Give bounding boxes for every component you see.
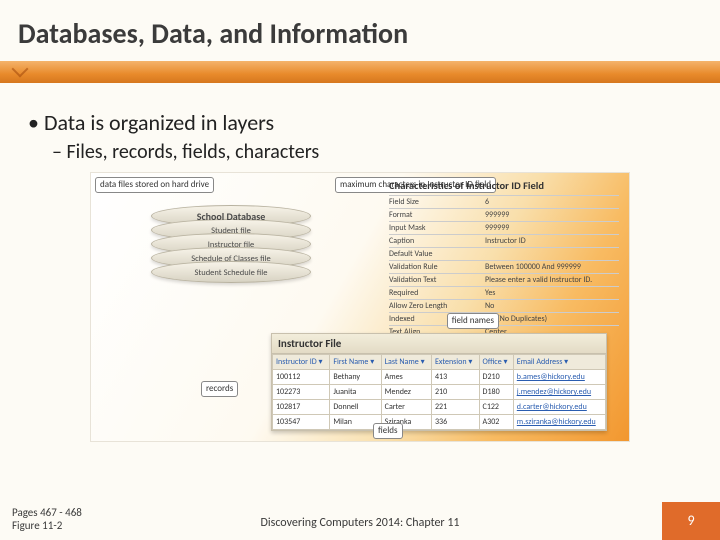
- table-cell: 100112: [273, 370, 330, 385]
- table-header: Office ▾: [479, 355, 513, 370]
- instructor-file-table: Instructor ID ▾First Name ▾Last Name ▾Ex…: [272, 354, 606, 430]
- table-cell: Ames: [381, 370, 431, 385]
- callout-field-names: field names: [447, 313, 499, 329]
- char-row: Default Value: [389, 247, 619, 260]
- char-row: Allow Zero LengthNo: [389, 299, 619, 312]
- table-cell: d.carter@hickory.edu: [513, 400, 605, 415]
- char-row: Format999999: [389, 208, 619, 221]
- table-cell: 210: [431, 385, 479, 400]
- table-row: 100112BethanyAmes413D210b.ames@hickory.e…: [273, 370, 606, 385]
- table-header: Email Address ▾: [513, 355, 605, 370]
- body: Data is organized in layers Files, recor…: [0, 91, 720, 442]
- table-cell: j.mendez@hickory.edu: [513, 385, 605, 400]
- table-cell: 102817: [273, 400, 330, 415]
- callout-fields: fields: [373, 423, 403, 439]
- bullet-level-2: Files, records, fields, characters: [52, 140, 692, 164]
- slide-title: Databases, Data, and Information: [0, 0, 720, 57]
- slide-number: 9: [662, 502, 720, 540]
- instructor-file-panel: Instructor File Instructor ID ▾First Nam…: [271, 333, 607, 431]
- table-row: 102817DonnellCarter221C122d.carter@hicko…: [273, 400, 606, 415]
- char-row: Validation TextPlease enter a valid Inst…: [389, 273, 619, 286]
- char-row: IndexedYes (No Duplicates): [389, 312, 619, 325]
- table-header: First Name ▾: [330, 355, 381, 370]
- char-row: RequiredYes: [389, 286, 619, 299]
- disc-student-schedule-file: Student Schedule file: [151, 261, 311, 283]
- table-header: Extension ▾: [431, 355, 479, 370]
- callout-records: records: [201, 381, 238, 397]
- table-header: Last Name ▾: [381, 355, 431, 370]
- table-cell: 102273: [273, 385, 330, 400]
- table-cell: C122: [479, 400, 513, 415]
- char-row: Field Size6: [389, 195, 619, 208]
- char-row: Validation RuleBetween 100000 And 999999: [389, 260, 619, 273]
- char-row: Input Mask999999: [389, 221, 619, 234]
- table-cell: 413: [431, 370, 479, 385]
- bullet-level-1: Data is organized in layers: [28, 109, 692, 136]
- table-cell: b.ames@hickory.edu: [513, 370, 605, 385]
- table-cell: Mendez: [381, 385, 431, 400]
- table-cell: A302: [479, 415, 513, 430]
- footer-center-text: Discovering Computers 2014: Chapter 11: [0, 516, 720, 530]
- table-cell: 221: [431, 400, 479, 415]
- table-cell: 103547: [273, 415, 330, 430]
- figure-11-2: data files stored on hard drive maximum …: [90, 172, 630, 442]
- database-disc-stack: School Database Student file Instructor …: [151, 213, 311, 283]
- table-cell: Bethany: [330, 370, 381, 385]
- table-row: 103547MilanSziranka336A302m.sziranka@hic…: [273, 415, 606, 430]
- footer: Pages 467 - 468 Figure 11-2 Discovering …: [0, 500, 720, 540]
- table-header: Instructor ID ▾: [273, 355, 330, 370]
- table-cell: D210: [479, 370, 513, 385]
- table-cell: 336: [431, 415, 479, 430]
- table-cell: m.sziranka@hickory.edu: [513, 415, 605, 430]
- field-characteristics-panel: Characteristics of Instructor ID Field F…: [389, 179, 619, 338]
- table-cell: D180: [479, 385, 513, 400]
- char-row: CaptionInstructor ID: [389, 234, 619, 247]
- table-cell: Juanita: [330, 385, 381, 400]
- table-cell: Donnell: [330, 400, 381, 415]
- char-title: Characteristics of Instructor ID Field: [389, 179, 619, 192]
- accent-band: [0, 61, 720, 83]
- callout-data-files: data files stored on hard drive: [95, 177, 214, 193]
- table-row: 102273JuanitaMendez210D180j.mendez@hicko…: [273, 385, 606, 400]
- instructor-file-title: Instructor File: [272, 334, 606, 354]
- table-cell: Carter: [381, 400, 431, 415]
